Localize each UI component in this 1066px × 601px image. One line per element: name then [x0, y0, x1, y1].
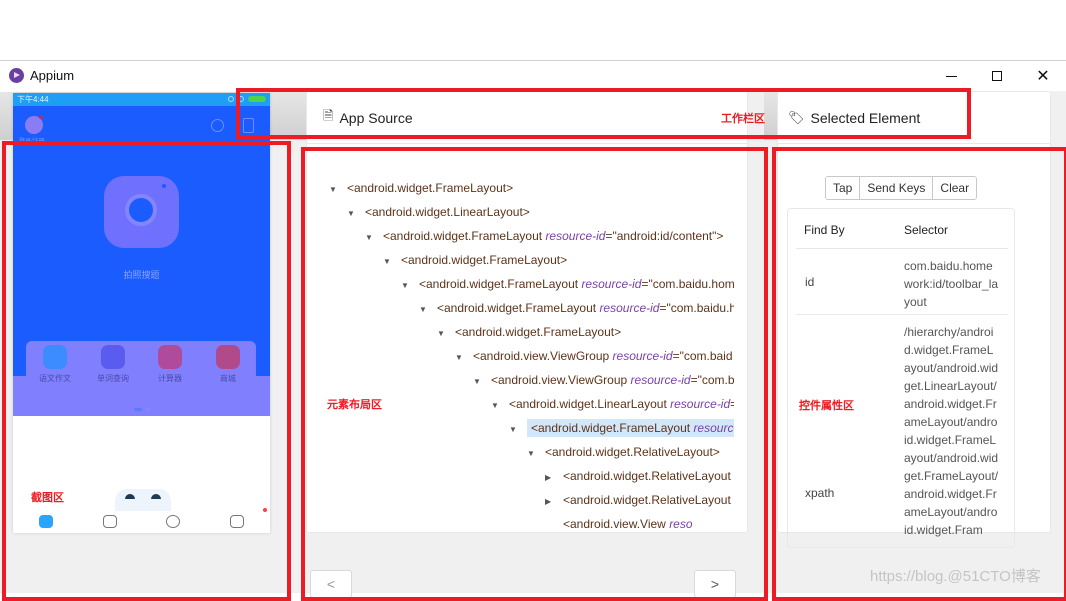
- watermark: https://blog.@51CTO博客: [870, 568, 1041, 585]
- maximize-icon: [992, 71, 1002, 81]
- maximize-button[interactable]: [974, 61, 1020, 91]
- blank-margin: [0, 0, 1066, 60]
- close-window-button[interactable]: ✕: [1020, 61, 1066, 91]
- annotation-attributes-area: 控件属性区: [799, 400, 854, 412]
- appium-logo-icon: [9, 68, 24, 83]
- annotation-box-toolbar: [236, 88, 971, 139]
- window-title: Appium: [30, 68, 75, 83]
- notification-dot: [39, 115, 43, 119]
- annotation-box-screenshot: [2, 141, 291, 601]
- close-icon: ✕: [1036, 68, 1050, 85]
- minimize-icon: [945, 75, 957, 77]
- annotation-toolbar-area: 工作栏区: [721, 113, 765, 125]
- annotation-source-area: 元素布局区: [327, 399, 382, 411]
- status-time: 下午4:44: [17, 95, 49, 104]
- device-search-icon: [211, 119, 224, 132]
- alarm-icon: [228, 96, 234, 102]
- minimize-button[interactable]: [928, 61, 974, 91]
- annotation-box-source: [301, 147, 768, 601]
- annotation-box-attributes: [772, 147, 1066, 601]
- device-status-bar: 下午4:44: [13, 93, 270, 106]
